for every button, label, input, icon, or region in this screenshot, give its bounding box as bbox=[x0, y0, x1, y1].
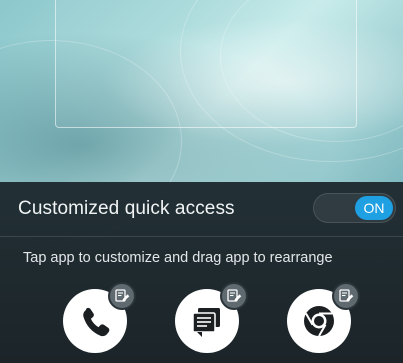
quick-access-title: Customized quick access bbox=[18, 198, 235, 219]
app-chrome[interactable] bbox=[287, 282, 360, 353]
toggle-on-label: ON bbox=[355, 196, 393, 220]
edit-app-button[interactable] bbox=[220, 282, 248, 310]
edit-icon bbox=[339, 289, 354, 302]
instruction-text: Tap app to customize and drag app to rea… bbox=[23, 250, 333, 266]
divider bbox=[0, 236, 403, 237]
screen: Customized quick access ON Tap app to cu… bbox=[0, 0, 403, 363]
app-messaging[interactable] bbox=[175, 282, 248, 353]
app-phone[interactable] bbox=[63, 282, 136, 353]
quick-access-row: Customized quick access ON bbox=[0, 182, 403, 236]
edit-icon bbox=[115, 289, 130, 302]
quick-access-panel: Customized quick access ON Tap app to cu… bbox=[0, 182, 403, 363]
widget-preview-frame bbox=[55, 0, 357, 128]
edit-app-button[interactable] bbox=[108, 282, 136, 310]
edit-app-button[interactable] bbox=[332, 282, 360, 310]
edit-icon bbox=[227, 289, 242, 302]
wallpaper bbox=[0, 0, 403, 242]
quick-access-toggle[interactable]: ON bbox=[313, 193, 396, 223]
